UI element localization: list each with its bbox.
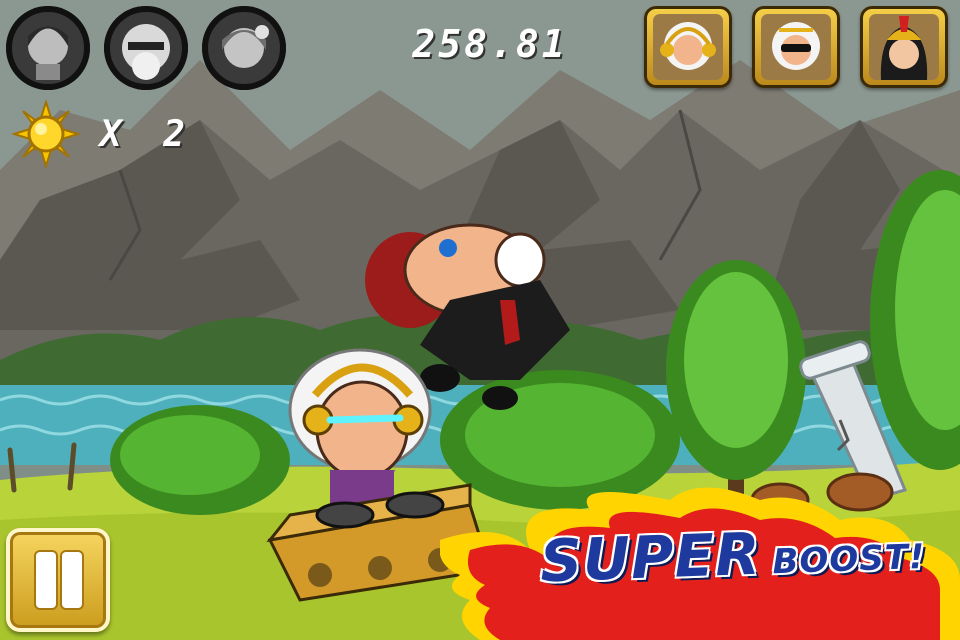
zeus-headphones-icon <box>653 14 723 80</box>
sun-multiplier-text: X 2 <box>100 114 196 155</box>
old-man-silhouette-icon <box>106 8 186 88</box>
zeus-sunglasses-icon <box>761 14 831 80</box>
girl-silhouette-icon <box>8 8 88 88</box>
boost-word-super: SUPER <box>538 519 762 596</box>
locked-character-portrait[interactable] <box>6 6 90 90</box>
boost-word-boost: BOOST! <box>771 536 927 583</box>
character-portrait-athena[interactable] <box>860 6 948 88</box>
athena-helmet-icon <box>869 14 939 80</box>
girl-flower-silhouette-icon <box>204 8 284 88</box>
pause-button[interactable] <box>6 528 110 632</box>
sun-multiplier: X 2 <box>12 100 212 170</box>
locked-character-portrait[interactable] <box>202 6 286 90</box>
sun-icon <box>12 100 80 168</box>
super-boost-banner: SUPER BOOST! <box>440 480 960 640</box>
character-portrait-cool-zeus[interactable] <box>752 6 840 88</box>
character-portrait-dj-zeus[interactable] <box>644 6 732 88</box>
distance-counter: 258.81 <box>412 22 568 66</box>
locked-character-portrait[interactable] <box>104 6 188 90</box>
